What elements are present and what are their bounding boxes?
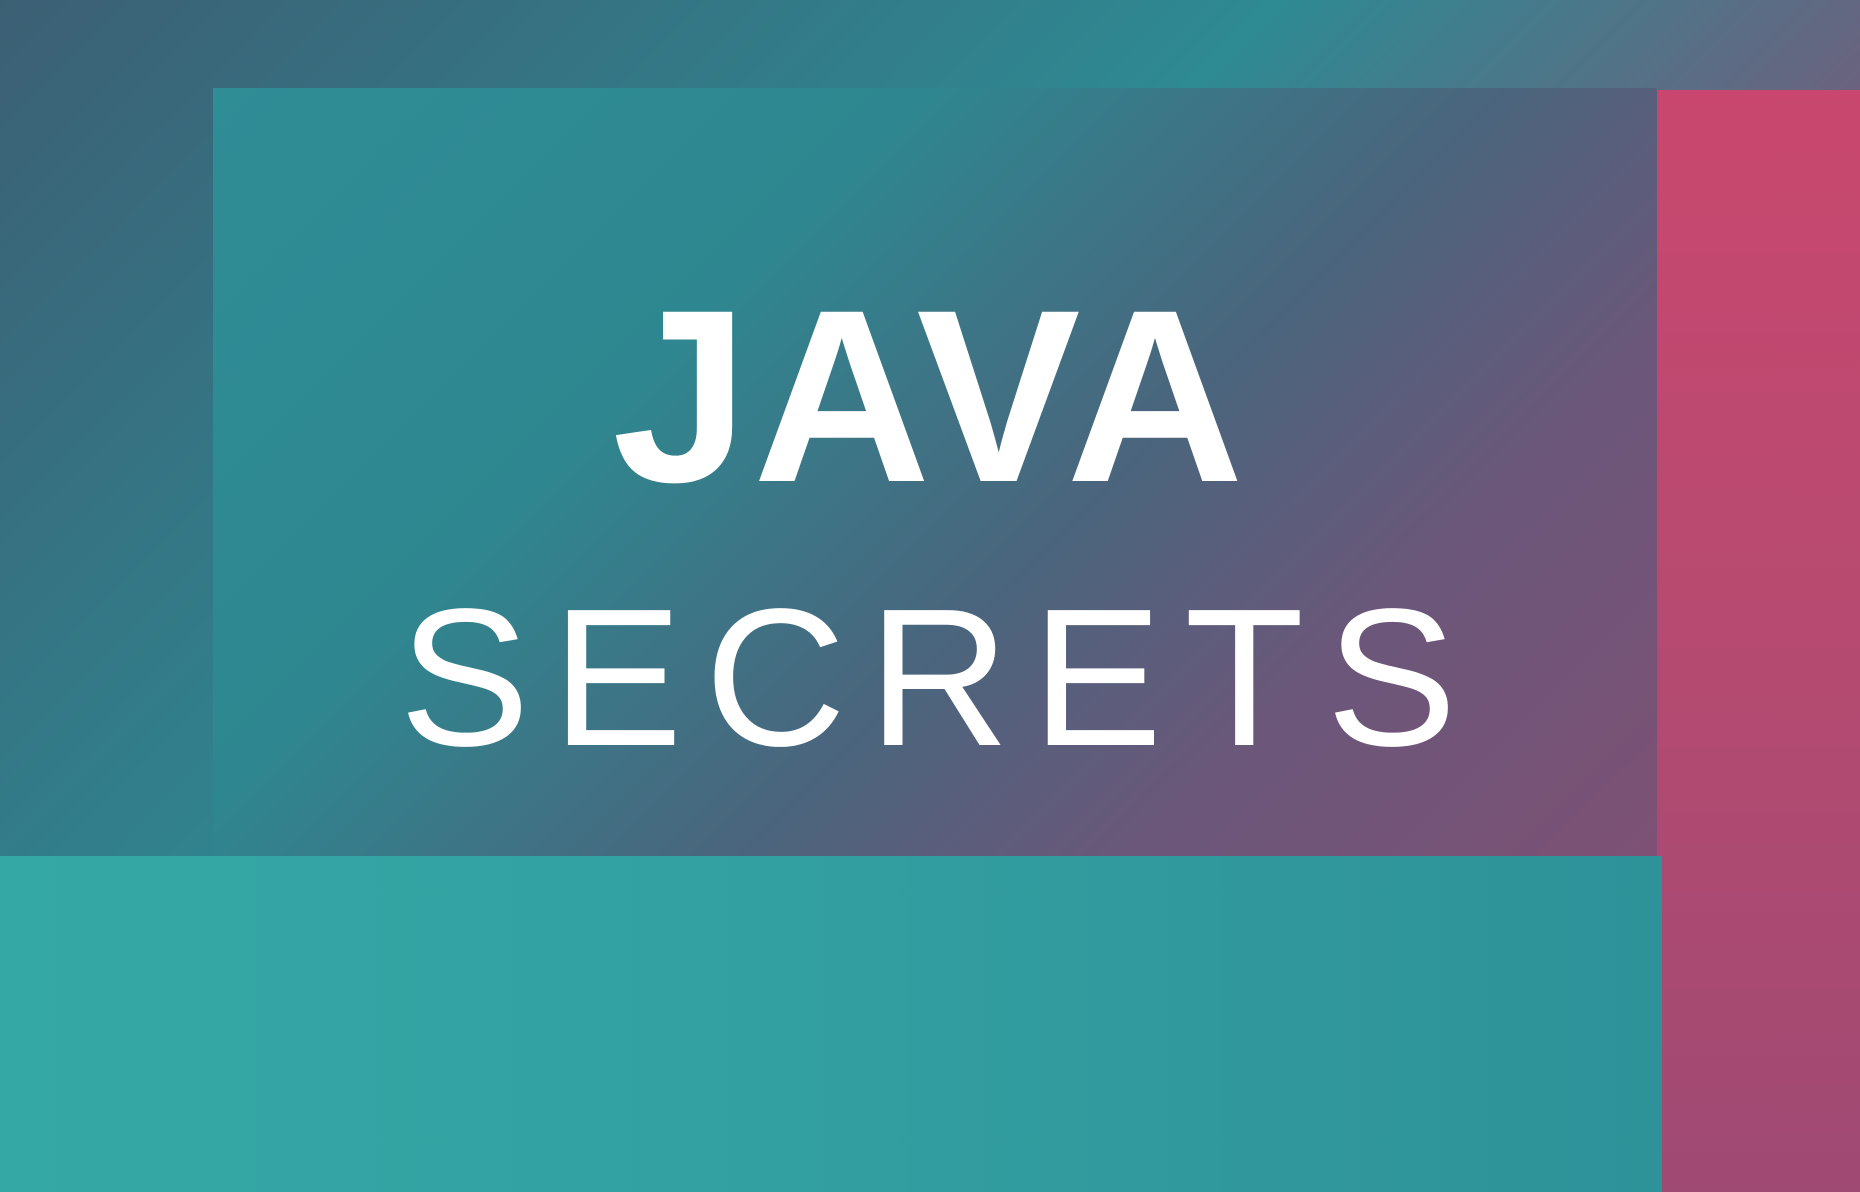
bottom-accent-panel bbox=[0, 856, 1662, 1192]
cover-canvas: JAVA SECRETS bbox=[0, 0, 1860, 1192]
cover-title: JAVA bbox=[612, 259, 1248, 534]
cover-subtitle: SECRETS bbox=[399, 568, 1479, 787]
